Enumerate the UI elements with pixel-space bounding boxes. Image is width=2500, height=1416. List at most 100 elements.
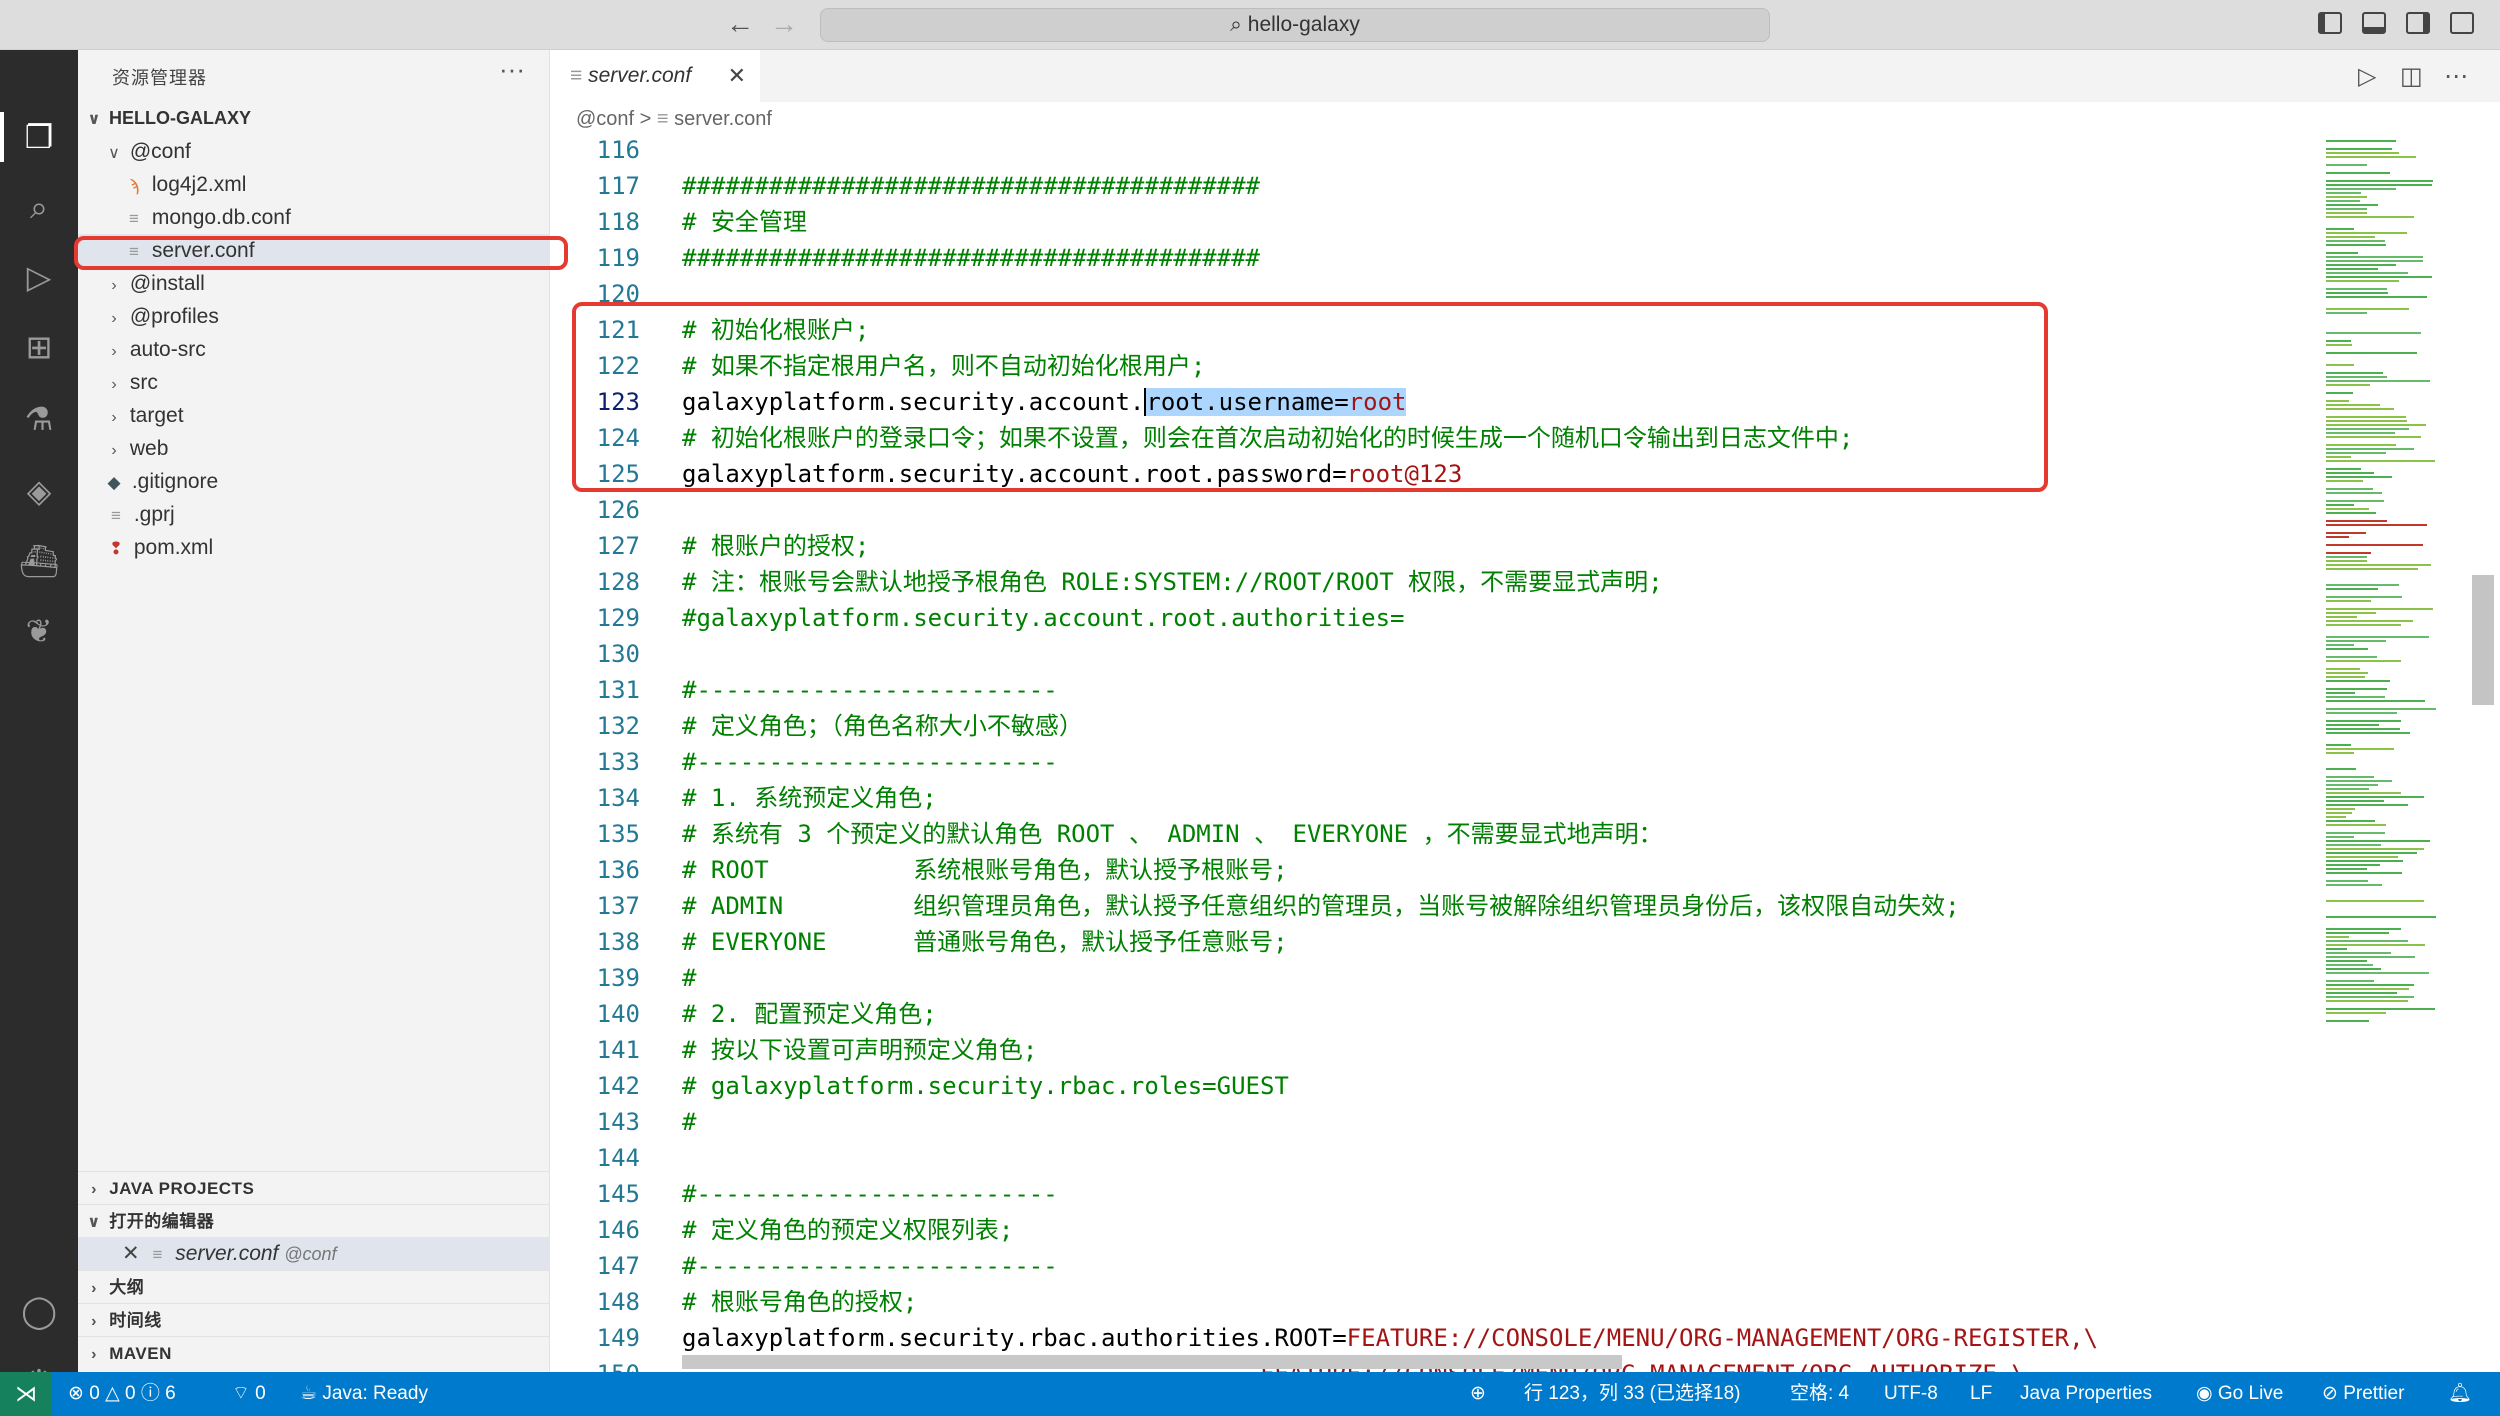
split-editor-icon[interactable]: ◫ — [2400, 62, 2423, 91]
code-line[interactable]: 134 # 1. 系统预定义角色; — [550, 780, 2322, 816]
horizontal-scrollbar[interactable] — [682, 1355, 1622, 1369]
close-tab-icon[interactable]: ✕ — [728, 50, 746, 102]
code-line[interactable]: 133 #------------------------- — [550, 744, 2322, 780]
python-icon[interactable]: ◈ — [18, 470, 60, 512]
more-actions-icon[interactable]: ··· — [499, 54, 525, 85]
toggle-panel-icon[interactable] — [2362, 12, 2386, 34]
tree-root[interactable]: ∨ HELLO-GALAXY — [78, 102, 550, 135]
code-line[interactable]: 128 # 注：根账号会默认地授予根角色 ROLE:SYSTEM://ROOT/R… — [550, 564, 2322, 600]
ports-status[interactable]: ⌔ 0 — [232, 1372, 266, 1416]
code-line[interactable]: 132 # 定义角色；（角色名称大小不敏感） — [550, 708, 2322, 744]
tree-file-gprj[interactable]: ≡ .gprj — [78, 498, 550, 531]
tree-folder-profiles[interactable]: › @profiles — [78, 300, 550, 333]
code-text: #------------------------- — [682, 676, 1058, 704]
code-line[interactable]: 149 galaxyplatform.security.rbac.authorit… — [550, 1320, 2322, 1356]
section-outline[interactable]: › 大纲 — [78, 1270, 550, 1303]
problems-status[interactable]: ⊗ 0 △ 0 ⓘ 6 — [68, 1372, 176, 1416]
tree-file-mongo[interactable]: ≡ mongo.db.conf — [78, 201, 550, 234]
docker-icon[interactable]: ⛴ — [18, 540, 60, 582]
prettier[interactable]: ⊘ Prettier — [2322, 1372, 2404, 1416]
chevron-right-icon: › — [111, 343, 117, 360]
remote-icon[interactable]: ⋊ — [0, 1372, 52, 1416]
code-line[interactable]: 135 # 系统有 3 个预定义的默认角色 ROOT 、 ADMIN 、 EVER… — [550, 816, 2322, 852]
minimap-line — [2326, 1000, 2408, 1002]
account-icon[interactable]: ◯ — [18, 1290, 60, 1332]
code-text: #------------------------- — [682, 1180, 1058, 1208]
code-line[interactable]: 116 — [550, 136, 2322, 168]
rss-icon: ϡ — [129, 176, 139, 195]
toggle-primary-sidebar-icon[interactable] — [2318, 12, 2342, 34]
tree-file-gitignore[interactable]: ◆ .gitignore — [78, 465, 550, 498]
section-open-editors[interactable]: ∨ 打开的编辑器 — [78, 1204, 550, 1237]
tab-server-conf[interactable]: ≡ server.conf ✕ — [550, 50, 760, 102]
back-arrow-icon[interactable]: ← — [726, 8, 754, 40]
minimap-line — [2326, 492, 2382, 494]
encoding[interactable]: UTF-8 — [1884, 1372, 1938, 1416]
code-line[interactable]: 131 #------------------------- — [550, 672, 2322, 708]
minimap-line — [2326, 436, 2421, 438]
tree-folder-target[interactable]: › target — [78, 399, 550, 432]
code-line[interactable]: 118 # 安全管理 — [550, 204, 2322, 240]
tree-folder-conf[interactable]: ∨ @conf — [78, 135, 550, 168]
notifications-bell-icon[interactable]: 🔔︎ — [2448, 1372, 2472, 1416]
code-line[interactable]: 147 #------------------------- — [550, 1248, 2322, 1284]
code-line[interactable]: 139 # — [550, 960, 2322, 996]
run-icon[interactable]: ▷ — [2358, 62, 2376, 91]
code-line[interactable]: 141 # 按以下设置可声明预定义角色; — [550, 1032, 2322, 1068]
code-line[interactable]: 126 — [550, 492, 2322, 528]
section-timeline[interactable]: › 时间线 — [78, 1303, 550, 1336]
breadcrumb-file[interactable]: server.conf — [674, 108, 772, 130]
code-text: # — [682, 1108, 697, 1136]
tree-folder-web[interactable]: › web — [78, 432, 550, 465]
vertical-scrollbar[interactable] — [2472, 575, 2494, 705]
close-icon[interactable]: ✕ — [122, 1242, 140, 1265]
code-line[interactable]: 140 # 2. 配置预定义角色; — [550, 996, 2322, 1032]
tree-folder-src[interactable]: › src — [78, 366, 550, 399]
end-of-line[interactable]: LF — [1970, 1372, 1992, 1416]
command-center[interactable]: ⌕ hello-galaxy — [820, 8, 1770, 42]
section-maven[interactable]: › MAVEN — [78, 1336, 550, 1369]
code-line[interactable]: 142 # galaxyplatform.security.rbac.roles=… — [550, 1068, 2322, 1104]
code-line[interactable]: 144 — [550, 1140, 2322, 1176]
code-line[interactable]: 145 #------------------------- — [550, 1176, 2322, 1212]
minimap-line — [2326, 940, 2408, 942]
code-line[interactable]: 117 #####################################… — [550, 168, 2322, 204]
code-line[interactable]: 130 — [550, 636, 2322, 672]
code-line[interactable]: 136 # ROOT 系统根账号角色，默认授予根账号; — [550, 852, 2322, 888]
code-line[interactable]: 137 # ADMIN 组织管理员角色，默认授予任意组织的管理员，当账号被解除组织… — [550, 888, 2322, 924]
more-actions-icon[interactable]: ⋯ — [2444, 62, 2468, 91]
tree-file-log4j2[interactable]: ϡ log4j2.xml — [78, 168, 550, 201]
code-line[interactable]: 146 # 定义角色的预定义权限列表; — [550, 1212, 2322, 1248]
minimap-line — [2326, 620, 2413, 622]
open-editor-item[interactable]: ✕ ≡ server.conf @conf — [78, 1237, 550, 1270]
section-java-projects[interactable]: › JAVA PROJECTS — [78, 1171, 550, 1204]
cursor-position[interactable]: 行 123，列 33 (已选择18) — [1524, 1372, 1740, 1416]
explorer-icon[interactable]: ❐ — [18, 116, 60, 158]
code-line[interactable]: 129 #galaxyplatform.security.account.root… — [550, 600, 2322, 636]
minimap-line — [2326, 816, 2346, 818]
code-line[interactable]: 138 # EVERYONE 普通账号角色，默认授予任意账号; — [550, 924, 2322, 960]
tree-folder-auto-src[interactable]: › auto-src — [78, 333, 550, 366]
code-line[interactable]: 127 # 根账户的授权; — [550, 528, 2322, 564]
breadcrumb-folder[interactable]: @conf — [576, 108, 634, 130]
extensions-icon[interactable]: ⊞ — [18, 326, 60, 368]
customize-layout-icon[interactable] — [2450, 12, 2474, 34]
java-status[interactable]: ☕ Java: Ready — [300, 1372, 428, 1416]
forward-arrow-icon[interactable]: → — [770, 8, 798, 40]
indentation[interactable]: 空格: 4 — [1790, 1372, 1849, 1416]
minimap[interactable] — [2322, 136, 2482, 1372]
toggle-secondary-sidebar-icon[interactable] — [2406, 12, 2430, 34]
code-line[interactable]: 119 #####################################… — [550, 240, 2322, 276]
language-mode[interactable]: Java Properties — [2020, 1372, 2152, 1416]
tree-file-pom[interactable]: ❢ pom.xml — [78, 531, 550, 564]
code-line[interactable]: 148 # 根账号角色的授权; — [550, 1284, 2322, 1320]
zoom-icon[interactable]: ⊕ — [1470, 1372, 1486, 1416]
run-debug-icon[interactable]: ▷ — [18, 256, 60, 298]
code-line[interactable]: 143 # — [550, 1104, 2322, 1140]
search-icon[interactable]: ⌕ — [18, 186, 60, 228]
go-live[interactable]: ◉ Go Live — [2196, 1372, 2283, 1416]
testing-icon[interactable]: ⚗ — [18, 398, 60, 440]
minimap-line — [2326, 824, 2386, 826]
mongodb-leaf-icon[interactable]: ❦ — [18, 610, 60, 652]
tree-folder-install[interactable]: › @install — [78, 267, 550, 300]
